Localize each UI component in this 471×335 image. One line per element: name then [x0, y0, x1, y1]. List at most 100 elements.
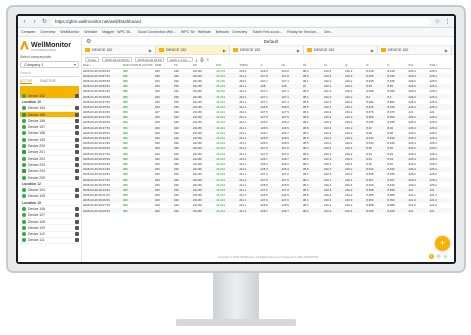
interval-select[interactable]: Each 1 minu... — [167, 56, 193, 62]
device-checkbox[interactable] — [75, 162, 79, 167]
device-name: Device 154 — [28, 106, 45, 111]
device-checkbox[interactable] — [75, 219, 79, 224]
device-checkbox[interactable] — [75, 238, 79, 243]
device-checkbox[interactable] — [75, 150, 79, 155]
table-cell: 2025-03-20 09:05:53 — [82, 208, 123, 214]
bookmark-item[interactable]: Cen... — [324, 30, 334, 34]
tab-active[interactable]: ACTIVE — [20, 79, 33, 84]
device-checkbox[interactable] — [75, 194, 79, 199]
device-name: Location 15 — [22, 200, 41, 205]
page-button[interactable]: » — [443, 254, 448, 259]
bookmark-item[interactable]: Ready for Service... — [287, 30, 319, 34]
menu-icon[interactable]: ⋮ — [444, 18, 451, 25]
device-name: Device 104 — [28, 188, 45, 193]
reload-icon[interactable]: ↻ — [41, 18, 48, 25]
add-button[interactable]: + — [435, 236, 450, 251]
device-checkbox[interactable] — [75, 106, 79, 111]
device-checkbox[interactable] — [75, 125, 79, 130]
device-tab[interactable]: DEVICE 152 ▶ — [156, 46, 230, 54]
table-body: 2025-03-20 09:59:53 ON 320 430 241.89 46.123 2… — [82, 68, 452, 214]
device-name: Device 110 — [28, 232, 45, 237]
arrow-icon: ▶ — [444, 47, 448, 53]
company-label: Select company/site — [20, 55, 52, 59]
device-name: Device 106 — [28, 206, 45, 211]
device-checkbox[interactable] — [75, 156, 79, 161]
device-tab[interactable]: DEVICE 152 ▶ — [378, 46, 452, 54]
bookmark-item[interactable]: Website — [84, 30, 97, 34]
device-name: Device 111 — [28, 238, 45, 243]
device-checkbox[interactable] — [75, 118, 79, 123]
table-cell: 226.7 — [280, 208, 302, 214]
status-icon — [22, 188, 26, 193]
bookmark-item[interactable]: Overview — [40, 30, 55, 34]
status-icon — [22, 225, 26, 230]
device-tabs: DEVICE 152 ▶ DEVICE 152 ▶ DEVICE 152 ▶ DEVICE … — [82, 46, 454, 55]
table-cell: 8.465 — [365, 208, 387, 214]
bookmarks-bar: Ceraweb Overview WellMonitor Website Magpie … — [18, 28, 454, 37]
bookmark-item[interactable]: WPC Sir · Website — [181, 30, 211, 34]
sidebar-device-item[interactable]: Device 111 — [20, 238, 79, 245]
device-checkbox[interactable] — [75, 93, 79, 98]
device-tab-label: DEVICE 152 — [314, 48, 335, 52]
logo-subtitle: CUSTOMER PORTAL — [31, 49, 57, 52]
back-icon[interactable]: ‹ — [21, 19, 28, 25]
print-icon[interactable]: ⎙ — [200, 57, 203, 62]
device-name: Device 158 — [28, 131, 45, 136]
folder-icon — [159, 48, 164, 52]
filter-icon[interactable]: ≡ — [207, 57, 209, 62]
device-name: Device 109 — [28, 225, 45, 230]
status-icon — [22, 206, 26, 211]
bookmark-item[interactable]: Good Connection Wel... — [138, 30, 176, 34]
download-icon[interactable]: ⤓ — [196, 57, 198, 62]
device-checkbox[interactable] — [75, 144, 79, 149]
status-icon — [22, 118, 26, 123]
tab-inactive[interactable]: INACTIVE — [40, 79, 56, 84]
folder-icon — [381, 48, 386, 52]
bookmark-item[interactable]: Trailer Res scout... — [252, 30, 282, 34]
device-tab-label: DEVICE 152 — [92, 48, 113, 52]
screenshot: ‹ › ↻ https://gbm.wellmonitor.net/well/D… — [0, 0, 471, 335]
table-cell: 38.4 — [301, 208, 323, 214]
star-icon[interactable]: ☆ — [434, 18, 441, 25]
device-checkbox[interactable] — [75, 131, 79, 136]
url-field[interactable]: https://gbm.wellmonitor.net/well/Dashboa… — [51, 17, 431, 26]
table-row[interactable]: 2025-03-20 09:05:53 ON 320 430 241.89 46.224 2… — [82, 208, 452, 214]
device-checkbox[interactable] — [75, 206, 79, 211]
start-date-field[interactable]: 2025-03-20 00:00 — [102, 56, 132, 62]
device-name: Device 205 — [28, 175, 45, 180]
bookmark-item[interactable]: WellMonitor — [60, 30, 79, 34]
status-icon — [22, 112, 26, 117]
device-checkbox[interactable] — [75, 112, 79, 117]
bookmark-item[interactable]: Magpie · WPC Bi... — [102, 30, 133, 34]
bookmark-item[interactable]: Network · Overview — [216, 30, 247, 34]
sidebar-search-input[interactable]: Search — [20, 71, 79, 77]
device-name: Device 107 — [28, 213, 45, 218]
status-icon — [22, 137, 26, 142]
table-cell: 221 — [428, 208, 452, 214]
device-checkbox[interactable] — [75, 213, 79, 218]
device-name: Device 201 — [28, 150, 45, 155]
status-icon — [22, 162, 26, 167]
page-button[interactable]: 1 — [429, 254, 434, 259]
device-checkbox[interactable] — [75, 225, 79, 230]
page-button[interactable]: 2 — [436, 254, 441, 259]
device-tab[interactable]: DEVICE 152 ▶ — [304, 46, 378, 54]
device-checkbox[interactable] — [75, 175, 79, 180]
device-checkbox[interactable] — [75, 169, 79, 174]
forward-icon[interactable]: › — [31, 19, 38, 25]
device-checkbox[interactable] — [75, 232, 79, 237]
status-icon — [22, 213, 26, 218]
device-tab[interactable]: DEVICE 152 ▶ — [82, 46, 156, 54]
device-checkbox[interactable] — [75, 188, 79, 193]
table-cell: 211.1 — [238, 208, 260, 214]
company-select[interactable]: Company 1 — [20, 61, 79, 68]
end-date-field[interactable]: 2025-03-20 23:59 — [134, 56, 165, 62]
sidebar-selected-bar — [20, 86, 79, 93]
logo-text: WellMonitor — [31, 41, 71, 49]
period-select[interactable]: Today — [85, 56, 100, 62]
device-checkbox[interactable] — [75, 137, 79, 142]
bookmark-item[interactable]: Ceraweb — [21, 30, 35, 34]
device-name: Device 155 — [28, 112, 45, 117]
device-tab[interactable]: DEVICE 152 ▶ — [230, 46, 304, 54]
status-icon — [22, 93, 26, 98]
